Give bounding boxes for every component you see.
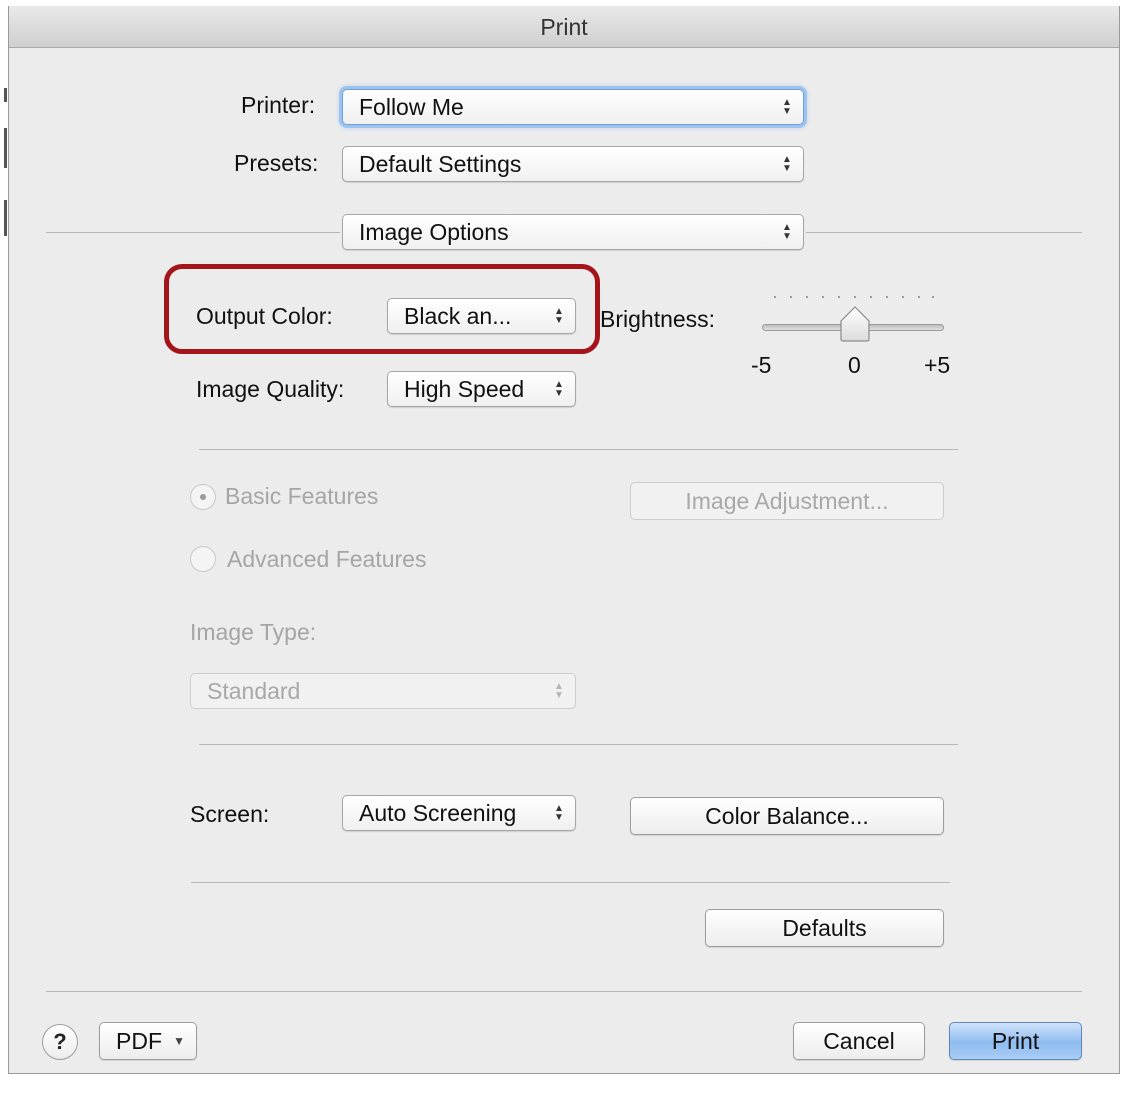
divider [191,882,950,883]
screen-label: Screen: [190,801,270,827]
image-type-popup[interactable]: Standard ▲ ▼ [190,673,576,709]
presets-popup[interactable]: Default Settings ▲ ▼ [342,146,804,182]
basic-features-label: Basic Features [225,483,379,509]
image-quality-value: High Speed [404,376,525,402]
image-quality-label: Image Quality: [196,376,345,402]
advanced-features-radio[interactable] [190,546,216,572]
divider [806,232,1082,233]
background-edge [0,0,8,1095]
output-color-label: Output Color: [196,303,333,329]
edge-mark [4,88,7,102]
printer-label: Printer: [241,92,316,118]
brightness-mid-label: 0 [848,352,861,378]
image-type-value: Standard [207,678,301,704]
basic-features-radio[interactable] [190,484,216,510]
brightness-max-label: +5 [924,352,951,378]
presets-value: Default Settings [359,151,522,177]
defaults-button[interactable]: Defaults [705,909,944,947]
divider [46,991,1082,992]
brightness-min-label: -5 [751,352,772,378]
pdf-label: PDF [116,1028,162,1054]
printer-value: Follow Me [359,94,464,120]
image-type-label: Image Type: [190,619,317,645]
updown-arrows-icon: ▲ ▼ [782,154,792,174]
edge-mark [4,128,7,168]
panel-selector-popup[interactable]: Image Options ▲ ▼ [342,214,804,250]
advanced-features-label: Advanced Features [227,546,427,572]
printer-popup[interactable]: Follow Me ▲ ▼ [342,89,804,125]
window-title: Print [9,6,1119,48]
output-color-value: Black an... [404,303,512,329]
screen-value: Auto Screening [359,800,517,826]
image-quality-popup[interactable]: High Speed ▲ ▼ [387,371,576,407]
divider [199,449,958,450]
updown-arrows-icon: ▲ ▼ [782,222,792,242]
edge-mark [4,200,7,236]
help-button[interactable]: ? [42,1024,78,1060]
updown-arrows-icon: ▲ ▼ [554,306,564,326]
updown-arrows-icon: ▲ ▼ [782,97,792,117]
color-balance-button[interactable]: Color Balance... [630,797,944,835]
panel-value: Image Options [359,219,509,245]
cancel-button[interactable]: Cancel [793,1022,925,1060]
presets-label: Presets: [234,150,319,176]
updown-arrows-icon: ▲ ▼ [554,379,564,399]
brightness-label: Brightness: [600,306,716,332]
pdf-menu-button[interactable]: PDF ▼ [99,1022,197,1060]
chevron-down-icon: ▼ [173,1034,185,1048]
slider-ticks [774,296,934,304]
brightness-slider-knob[interactable] [838,305,872,343]
image-adjustment-button[interactable]: Image Adjustment... [630,482,944,520]
updown-arrows-icon: ▲ ▼ [554,803,564,823]
updown-arrows-icon: ▲ ▼ [554,681,564,701]
question-mark-icon: ? [53,1029,67,1054]
screen-popup[interactable]: Auto Screening ▲ ▼ [342,795,576,831]
print-button[interactable]: Print [949,1022,1082,1060]
output-color-popup[interactable]: Black an... ▲ ▼ [387,298,576,334]
divider [46,232,340,233]
divider [199,744,958,745]
